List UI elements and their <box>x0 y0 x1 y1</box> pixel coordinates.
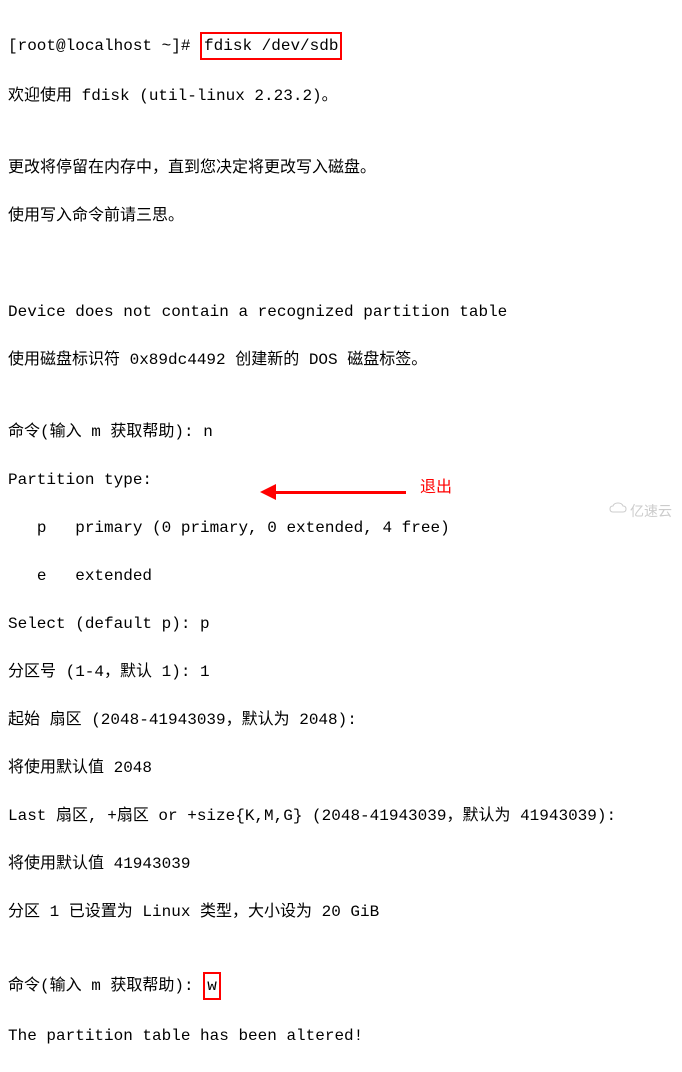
terminal-output: [root@localhost ~]# fdisk /dev/sdb 欢迎使用 … <box>8 8 674 1072</box>
arrow-head-icon <box>260 484 276 500</box>
output-line: e extended <box>8 564 674 588</box>
output-line: The partition table has been altered! <box>8 1024 674 1048</box>
input-highlight: w <box>203 972 221 1000</box>
output-line: 更改将停留在内存中，直到您决定将更改写入磁盘。 <box>8 156 674 180</box>
output-line: 使用磁盘标识符 0x89dc4492 创建新的 DOS 磁盘标签。 <box>8 348 674 372</box>
output-line: 欢迎使用 fdisk (util-linux 2.23.2)。 <box>8 84 674 108</box>
watermark-text: 亿速云 <box>630 501 672 522</box>
output-line: 分区号 (1-4，默认 1): 1 <box>8 660 674 684</box>
cloud-icon <box>608 501 628 522</box>
command-highlight: fdisk /dev/sdb <box>200 32 342 60</box>
output-line: Device does not contain a recognized par… <box>8 300 674 324</box>
arrow-line-icon <box>276 491 406 494</box>
watermark: 亿速云 <box>608 501 672 522</box>
output-line: 起始 扇区 (2048-41943039，默认为 2048): <box>8 708 674 732</box>
output-line: 将使用默认值 41943039 <box>8 852 674 876</box>
exit-annotation: 退出 <box>420 476 452 500</box>
output-line: Last 扇区, +扇区 or +size{K,M,G} (2048-41943… <box>8 804 674 828</box>
output-line: 将使用默认值 2048 <box>8 756 674 780</box>
shell-prompt: [root@localhost ~]# <box>8 37 200 55</box>
output-line: 分区 1 已设置为 Linux 类型，大小设为 20 GiB <box>8 900 674 924</box>
command-prompt: 命令(输入 m 获取帮助): <box>8 977 203 995</box>
output-line: 使用写入命令前请三思。 <box>8 204 674 228</box>
output-line: p primary (0 primary, 0 extended, 4 free… <box>8 516 674 540</box>
annotation-arrow <box>260 484 406 500</box>
output-line: Select (default p): p <box>8 612 674 636</box>
output-line: 命令(输入 m 获取帮助): n <box>8 420 674 444</box>
